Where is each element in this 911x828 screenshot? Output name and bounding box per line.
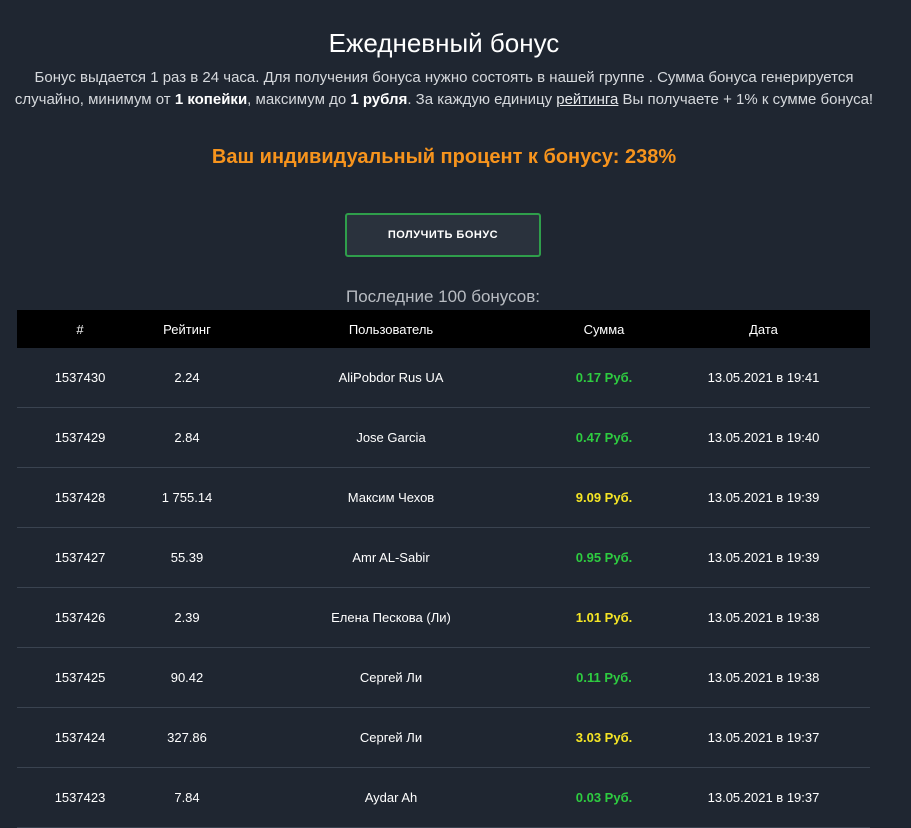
row-amount: 9.09 Руб.	[575, 490, 633, 505]
table-row: 1537423 7.84 Aydar Ah 0.03 Руб. 13.05.2021 в…	[17, 768, 870, 828]
row-amount: 0.95 Руб.	[575, 550, 633, 565]
desc-min-amount: 1 копейки	[174, 91, 248, 108]
row-rating: 55.39	[170, 550, 204, 565]
row-id: 1537423	[54, 790, 106, 805]
row-user: AliPobdor Rus UA	[338, 370, 444, 385]
desc-text-3: . За каждую единицу	[407, 91, 557, 108]
row-user: Jose Garcia	[356, 430, 426, 445]
row-amount: 0.47 Руб.	[575, 430, 633, 445]
row-amount: 0.11 Руб.	[576, 670, 632, 685]
row-date: 13.05.2021 в 19:39	[707, 490, 820, 505]
bonus-description: Бонус выдается 1 раз в 24 часа. Для полу…	[14, 67, 874, 111]
header-id: #	[76, 321, 84, 337]
row-amount: 0.17 Руб.	[575, 370, 633, 385]
row-amount: 0.03 Руб.	[575, 790, 633, 805]
row-rating: 2.84	[174, 430, 200, 445]
recent-bonuses-title: Последние 100 бонусов:	[345, 287, 541, 306]
row-id: 1537428	[54, 490, 106, 505]
table-row: 1537424 327.86 Сергей Ли 3.03 Руб. 13.05.202…	[17, 708, 870, 768]
bonus-table: # Рейтинг Пользователь Сумма Дата 153743…	[17, 310, 870, 828]
table-header: # Рейтинг Пользователь Сумма Дата	[17, 310, 870, 348]
row-id: 1537425	[54, 670, 106, 685]
rating-link[interactable]: рейтинга	[556, 91, 618, 108]
row-user: Максим Чехов	[347, 490, 435, 505]
individual-percent: Ваш индивидуальный процент к бонусу: 238…	[211, 146, 677, 168]
table-row: 1537429 2.84 Jose Garcia 0.47 Руб. 13.05.202…	[17, 408, 870, 468]
table-row: 1537427 55.39 Amr AL-Sabir 0.95 Руб. 13.05.2…	[17, 528, 870, 588]
row-date: 13.05.2021 в 19:40	[707, 430, 820, 445]
page-title: Ежедневный бонус	[328, 28, 560, 58]
header-user: Пользователь	[348, 321, 434, 337]
desc-text-4: Вы получаете + 1% к сумме бонуса!	[618, 91, 874, 108]
header-amount: Сумма	[583, 321, 625, 337]
table-body: 1537430 2.24 AliPobdor Rus UA 0.17 Руб. 13.0…	[17, 348, 870, 828]
desc-max-amount: 1 рубля	[350, 91, 408, 108]
header-rating: Рейтинг	[163, 321, 211, 337]
row-id: 1537430	[54, 370, 106, 385]
row-amount: 3.03 Руб.	[575, 730, 633, 745]
row-date: 13.05.2021 в 19:38	[707, 670, 820, 685]
row-id: 1537429	[54, 430, 106, 445]
row-date: 13.05.2021 в 19:37	[707, 790, 820, 805]
table-row: 1537426 2.39 Елена Пескова (Ли) 1.01 Руб. 13…	[17, 588, 870, 648]
desc-text-2: , максимум до	[247, 91, 351, 108]
row-user: Сергей Ли	[359, 670, 423, 685]
row-date: 13.05.2021 в 19:39	[707, 550, 820, 565]
row-id: 1537424	[54, 730, 106, 745]
row-user: Елена Пескова (Ли)	[331, 610, 451, 625]
row-rating: 2.39	[174, 610, 200, 625]
row-user: Amr AL-Sabir	[352, 550, 430, 565]
table-row: 1537430 2.24 AliPobdor Rus UA 0.17 Руб. 13.0…	[17, 348, 870, 408]
table-row: 1537425 90.42 Сергей Ли 0.11 Руб. 13.05.2021…	[17, 648, 870, 708]
table-row: 1537428 1 755.14 Максим Чехов 9.09 Руб. 13.0…	[17, 468, 870, 528]
row-date: 13.05.2021 в 19:37	[707, 730, 820, 745]
get-bonus-button[interactable]: ПОЛУЧИТЬ БОНУС	[345, 213, 541, 257]
row-rating: 327.86	[167, 730, 207, 745]
row-amount: 1.01 Руб.	[575, 610, 633, 625]
row-date: 13.05.2021 в 19:38	[707, 610, 820, 625]
row-rating: 7.84	[174, 790, 200, 805]
row-date: 13.05.2021 в 19:41	[707, 370, 820, 385]
row-id: 1537427	[54, 550, 106, 565]
row-user: Aydar Ah	[364, 790, 418, 805]
row-id: 1537426	[54, 610, 106, 625]
header-date: Дата	[749, 321, 778, 337]
row-rating: 1 755.14	[161, 490, 213, 505]
row-rating: 90.42	[170, 670, 204, 685]
row-rating: 2.24	[174, 370, 200, 385]
row-user: Сергей Ли	[359, 730, 423, 745]
